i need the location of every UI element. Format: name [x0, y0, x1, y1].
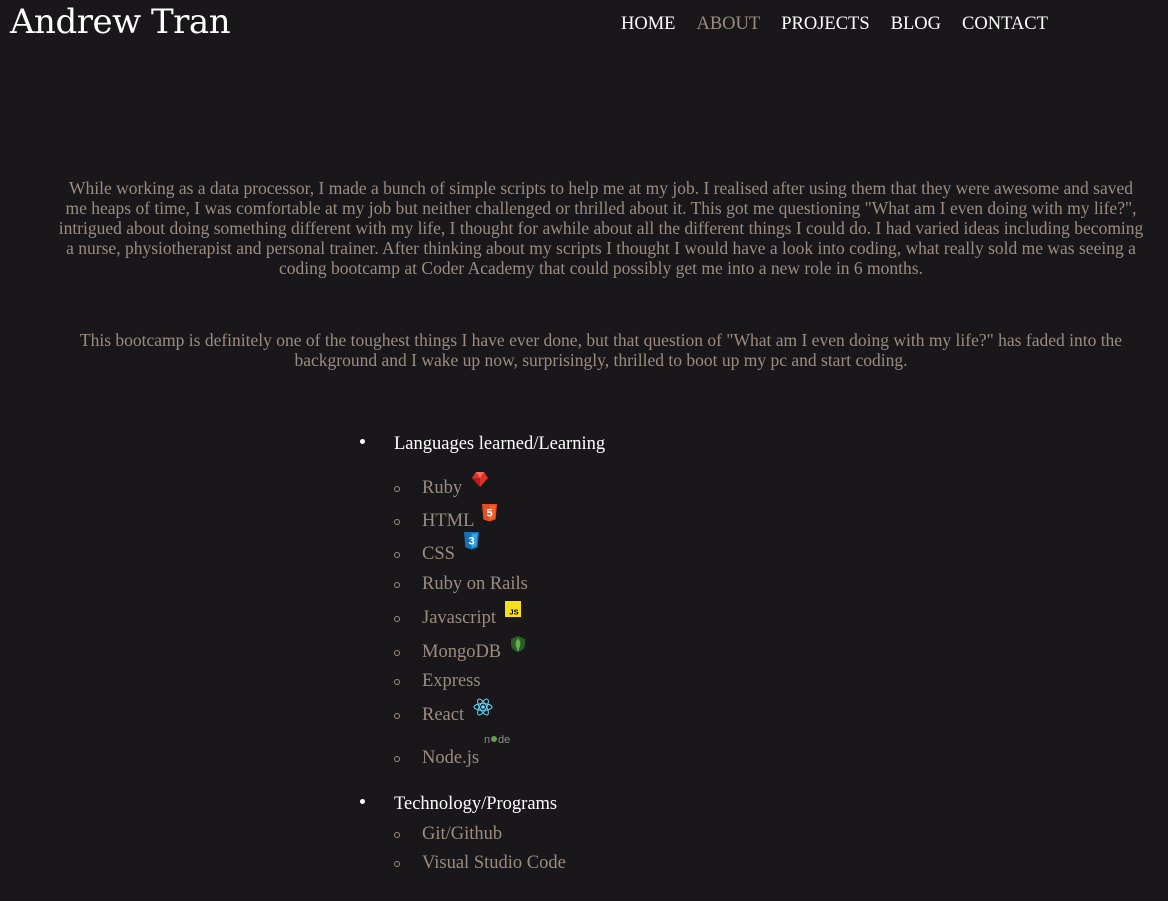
bullet-circle	[394, 486, 400, 492]
list-item-express: Express	[394, 669, 605, 703]
skill-label: React	[422, 705, 465, 725]
skill-label: MongoDB	[422, 642, 502, 662]
languages-list: Ruby HTML 5 CSS 3 Ruby on Rails Javascri…	[394, 472, 605, 779]
bullet-circle	[394, 582, 400, 588]
main-nav: HOME ABOUT PROJECTS BLOG CONTACT	[621, 13, 1048, 35]
bullet-circle	[394, 832, 400, 838]
mongodb-icon	[510, 636, 525, 652]
bullet-circle	[394, 861, 400, 867]
skills-category-technology: Technology/Programs Git/Github Visual St…	[360, 792, 605, 880]
about-page: Andrew Tran HOME ABOUT PROJECTS BLOG CON…	[0, 0, 1168, 901]
category-label: Technology/Programs	[394, 794, 558, 814]
skill-label: Ruby	[422, 478, 463, 498]
bullet-circle	[394, 679, 400, 685]
bullet-disc	[360, 439, 365, 444]
list-item-ruby: Ruby	[394, 472, 605, 509]
list-item-ruby-on-rails: Ruby on Rails	[394, 572, 605, 606]
list-item-vscode: Visual Studio Code	[394, 851, 605, 880]
svg-text:de: de	[498, 734, 510, 746]
nav-contact[interactable]: CONTACT	[962, 13, 1048, 35]
svg-text:n: n	[484, 734, 490, 746]
skill-label: Node.js	[422, 748, 480, 768]
skill-label: HTML	[422, 511, 474, 531]
nav-blog[interactable]: BLOG	[891, 13, 941, 35]
list-item-nodejs: Node.js n de	[394, 734, 605, 779]
category-label: Languages learned/Learning	[394, 434, 606, 454]
javascript-icon: JS	[504, 601, 521, 617]
intro-paragraph-2: This bootcamp is definitely one of the t…	[79, 330, 1123, 370]
technology-list: Git/Github Visual Studio Code	[394, 822, 605, 880]
bullet-circle	[394, 552, 400, 558]
react-icon	[473, 698, 493, 716]
list-item-git: Git/Github	[394, 822, 605, 851]
bullet-circle	[394, 756, 400, 762]
nav-home[interactable]: HOME	[621, 13, 675, 35]
skill-label: Javascript	[422, 608, 496, 628]
nodejs-icon: n de	[484, 734, 510, 746]
css3-icon: 3	[463, 532, 479, 550]
html5-icon: 5	[482, 504, 498, 522]
bullet-circle	[394, 713, 400, 719]
skills-category-languages: Languages learned/Learning Ruby HTML 5 C…	[360, 432, 605, 779]
bullet-circle	[394, 519, 400, 525]
skill-label: Visual Studio Code	[422, 853, 566, 873]
list-item-css: CSS 3	[394, 532, 605, 572]
bullet-circle	[394, 616, 400, 622]
list-item-html: HTML 5	[394, 504, 605, 542]
intro-paragraph-1: While working as a data processor, I mad…	[58, 178, 1144, 278]
svg-text:3: 3	[468, 536, 474, 548]
skill-label: Git/Github	[422, 824, 503, 844]
skill-label: Ruby on Rails	[422, 574, 528, 594]
ruby-icon	[471, 472, 488, 487]
bullet-disc	[360, 799, 365, 804]
list-item-mongodb: MongoDB	[394, 636, 605, 669]
skill-label: Express	[422, 671, 481, 691]
svg-text:5: 5	[487, 508, 493, 520]
skills-list: Languages learned/Learning Ruby HTML 5 C…	[360, 432, 605, 880]
nav-about[interactable]: ABOUT	[696, 13, 760, 35]
skill-label: CSS	[422, 544, 455, 564]
svg-text:JS: JS	[509, 608, 518, 617]
bullet-circle	[394, 650, 400, 656]
site-title[interactable]: Andrew Tran	[10, 2, 231, 42]
list-item-javascript: Javascript JS	[394, 601, 605, 640]
nav-projects[interactable]: PROJECTS	[781, 13, 869, 35]
